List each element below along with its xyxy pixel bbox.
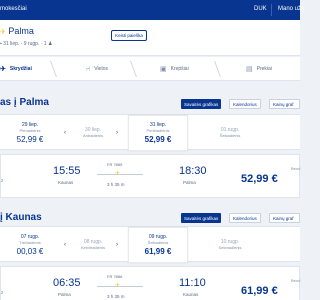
route: ✈ Palma: [0, 26, 34, 36]
prev-dates-arrow[interactable]: ‹: [64, 242, 66, 248]
plane-icon: ✈: [0, 66, 6, 73]
booking-steps: ✈ Skrydžiai ⑁ Vietos ▣ Krepšiai ▤ Prekia…: [0, 57, 300, 81]
date-option[interactable]: 08 rugp. Ketvirtadienis: [70, 227, 116, 263]
step-extras[interactable]: ▤ Prekiai: [246, 57, 272, 81]
price-chart-button[interactable]: Kainų graf: [269, 213, 300, 223]
outbound-flight-card[interactable]: z 15:55 Kaunas FR 7885 ✈ 3 h 35 m 18:30 …: [0, 154, 300, 198]
date-option-selected[interactable]: 09 rugp. Šeštadienis 61,99 €: [128, 227, 188, 263]
flight-number: FR 7885: [107, 162, 123, 167]
step-label: Krepšiai: [170, 66, 189, 72]
flight-number: FR 7886: [107, 274, 123, 279]
route-destination: Palma: [8, 26, 34, 36]
plane-icon: ✈: [0, 29, 6, 36]
next-dates-arrow[interactable]: ›: [116, 130, 118, 136]
departure-city: Kaunas: [58, 180, 74, 185]
step-label: Vietos: [94, 66, 109, 72]
date-option[interactable]: 01 rugp. Šeštadienis: [200, 115, 260, 151]
prev-dates-arrow[interactable]: ‹: [64, 130, 66, 136]
top-bar: mokesčiai DUK Mano užs: [0, 0, 304, 20]
trip-dates: 31 liep. - 9 rugp.: [3, 41, 40, 47]
date-option[interactable]: 29 liep. Pirmadienis 52,99 €: [0, 115, 60, 151]
step-divider: [123, 61, 137, 77]
departure-time: 15:55: [53, 165, 81, 177]
plane-icon: ✈: [115, 171, 121, 177]
arrival-city: Kaunas: [183, 292, 199, 297]
step-divider: [43, 61, 57, 77]
flight-duration: 3 h 35 m: [107, 294, 125, 299]
weekly-chart-button[interactable]: Savaitės grafikas: [181, 213, 222, 223]
flight-price: 61,99 €: [241, 285, 278, 297]
flight-duration: 3 h 35 m: [107, 182, 125, 187]
date-option[interactable]: 10 rugp. Sekmadienis: [200, 227, 260, 263]
step-bags[interactable]: ▣ Krepšiai: [160, 57, 189, 81]
inbound-date-strip: 07 rugp. Trečiadienis 00,03 € ‹ 08 rugp.…: [0, 226, 300, 263]
account-link[interactable]: Mano užs: [278, 6, 304, 12]
currency-selector[interactable]: DUK: [254, 6, 267, 12]
calendar-icon: ▪: [0, 41, 2, 47]
person-icon: ♟: [47, 41, 53, 47]
trip-summary: ✈ Palma ▪ 31 liep. - 9 rugp. · 1 ♟ Keist…: [0, 20, 300, 56]
step-label: Skrydžiai: [9, 66, 32, 72]
next-dates-arrow[interactable]: ›: [116, 242, 118, 248]
bag-icon: ▣: [160, 66, 167, 73]
trip-details: ▪ 31 liep. - 9 rugp. · 1 ♟: [0, 41, 53, 47]
inbound-flight-card[interactable]: z 06:35 Palma FR 7886 ✈ 3 h 35 m 11:10 K…: [0, 266, 300, 300]
plane-icon: ✈: [115, 283, 121, 289]
step-divider: [207, 61, 221, 77]
step-seats[interactable]: ⑁ Vietos: [86, 57, 108, 81]
car-icon: ▤: [246, 66, 253, 73]
calendar-button[interactable]: Kalendorius: [229, 213, 261, 223]
seat-icon: ⑁: [86, 65, 91, 73]
outbound-title: as į Palma: [0, 97, 49, 108]
arrival-time: 18:30: [179, 165, 207, 177]
flight-price: 52,99 €: [241, 173, 278, 185]
date-option[interactable]: 30 liep. Antradienis: [70, 115, 116, 151]
calendar-button[interactable]: Kalendorius: [229, 99, 261, 109]
price-chart-button[interactable]: Kainų graf: [269, 99, 300, 109]
step-flights[interactable]: ✈ Skrydžiai: [0, 57, 32, 81]
departure-time: 06:35: [53, 277, 81, 289]
inbound-title: į Kaunas: [0, 212, 42, 223]
outbound-date-strip: 29 liep. Pirmadienis 52,99 € ‹ 30 liep. …: [0, 114, 300, 151]
departure-city: Palma: [58, 292, 71, 297]
weekly-chart-button[interactable]: Savaitės grafikas: [181, 99, 222, 109]
passenger-count: 1: [43, 41, 47, 47]
arrival-city: Palma: [183, 180, 196, 185]
date-option[interactable]: 07 rugp. Trečiadienis 00,03 €: [0, 227, 60, 263]
date-option-selected[interactable]: 31 liep. Penktadienis 52,99 €: [128, 115, 188, 151]
step-label: Prekiai: [256, 66, 272, 72]
arrival-time: 11:10: [179, 277, 206, 289]
divider: [271, 4, 272, 16]
edit-search-button[interactable]: Keisti paieška: [111, 30, 147, 41]
breadcrumb: mokesčiai: [0, 6, 27, 12]
